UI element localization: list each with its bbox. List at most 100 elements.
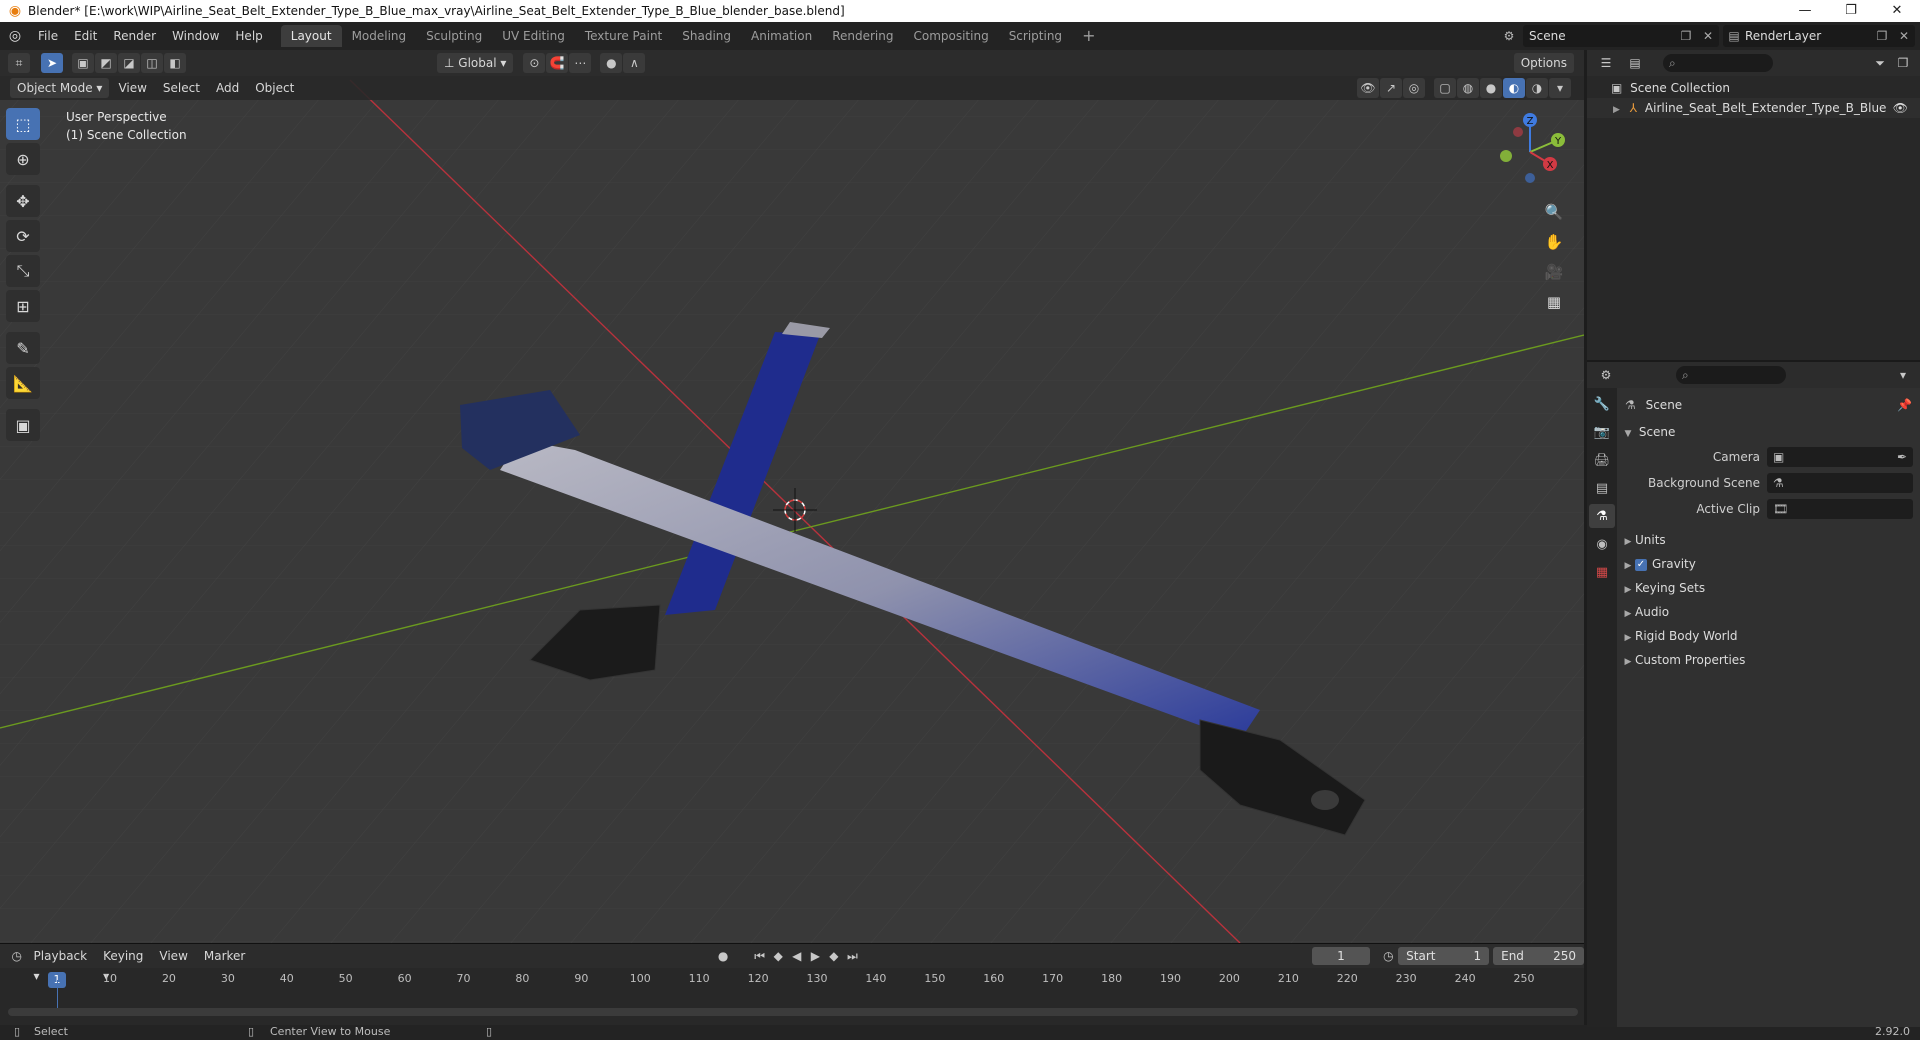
- rotate-tool-icon[interactable]: ⟳: [6, 220, 40, 252]
- gravity-panel-header[interactable]: ▶ ✓ Gravity: [1617, 552, 1920, 576]
- close-button[interactable]: ✕: [1874, 0, 1920, 22]
- rigid-body-panel-header[interactable]: ▶ Rigid Body World: [1617, 624, 1920, 648]
- view-layer-tab-icon[interactable]: ▤: [1589, 476, 1615, 500]
- keying-sets-panel-header[interactable]: ▶ Keying Sets: [1617, 576, 1920, 600]
- tool-tab-icon[interactable]: 🔧: [1589, 392, 1615, 416]
- timeline-ruler[interactable]: 1102030405060708090100110120130140150160…: [0, 970, 1584, 990]
- gizmo-toggle-icon[interactable]: ↗: [1380, 78, 1402, 98]
- object-mode-dropdown[interactable]: Object Mode ▾: [10, 78, 110, 98]
- timeline-scrollbar[interactable]: [8, 1008, 1578, 1016]
- tab-uv-editing[interactable]: UV Editing: [492, 25, 575, 47]
- scene-tab-icon[interactable]: ⚗: [1589, 504, 1615, 528]
- preview-range-icon[interactable]: ◷: [1380, 946, 1398, 966]
- outliner-row-scene-collection[interactable]: ▣ Scene Collection: [1587, 78, 1920, 98]
- camera-field[interactable]: ▣ ✒: [1767, 447, 1913, 467]
- properties-editor[interactable]: ⚙ ⌕ ▾ 🔧 📷 🖨 ▤ ⚗ ◉ ▦ ⚗ Scene 📌 ▼ Scene Ca…: [1587, 360, 1920, 1027]
- scale-tool-icon[interactable]: ⤡: [6, 255, 40, 287]
- tab-shading[interactable]: Shading: [672, 25, 741, 47]
- select-mode-new-icon[interactable]: ▣: [72, 53, 94, 73]
- jump-start-icon[interactable]: ⏮: [751, 946, 769, 966]
- render-tab-icon[interactable]: 📷: [1589, 420, 1615, 444]
- expand-triangle-icon[interactable]: ▶: [1613, 105, 1620, 115]
- tab-rendering[interactable]: Rendering: [822, 25, 903, 47]
- menu-help[interactable]: Help: [227, 22, 270, 50]
- timeline-editor[interactable]: ◷ Playback ▾ Keying ▾ View Marker ● ⏮ ◆ …: [0, 943, 1585, 1025]
- pin-icon[interactable]: 📌: [1897, 394, 1912, 416]
- display-mode-icon[interactable]: ▤: [1624, 53, 1646, 73]
- tab-texture-paint[interactable]: Texture Paint: [575, 25, 672, 47]
- render-layer-name[interactable]: RenderLayer: [1745, 29, 1871, 43]
- delete-scene-icon[interactable]: ✕: [1697, 29, 1719, 43]
- gravity-checkbox[interactable]: ✓: [1635, 558, 1647, 571]
- start-frame-field[interactable]: Start 1: [1398, 947, 1490, 965]
- navigation-gizmo[interactable]: Z Y X: [1490, 112, 1570, 192]
- add-cube-tool-icon[interactable]: ▣: [6, 409, 40, 441]
- solid-shading-icon[interactable]: ●: [1480, 78, 1502, 98]
- material-shading-icon[interactable]: ◐: [1503, 78, 1525, 98]
- delete-layer-icon[interactable]: ✕: [1893, 29, 1915, 43]
- add-workspace-button[interactable]: +: [1072, 25, 1105, 47]
- units-panel-header[interactable]: ▶ Units: [1617, 528, 1920, 552]
- menu-add[interactable]: Add: [209, 78, 246, 98]
- move-tool-icon[interactable]: ✥: [6, 185, 40, 217]
- snap-target-icon[interactable]: ⋯: [569, 53, 592, 73]
- menu-edit[interactable]: Edit: [66, 22, 105, 50]
- custom-properties-panel-header[interactable]: ▶ Custom Properties: [1617, 648, 1920, 672]
- transform-tool-icon[interactable]: ⊞: [6, 290, 40, 322]
- cursor-tool-icon[interactable]: ⊕: [6, 143, 40, 175]
- texture-tab-icon[interactable]: ▦: [1589, 560, 1615, 584]
- record-icon[interactable]: ●: [714, 946, 732, 966]
- scene-type-icon[interactable]: ⚙: [1498, 25, 1520, 47]
- select-mode-invert-icon[interactable]: ◫: [141, 53, 163, 73]
- blender-menu-icon[interactable]: ◎: [0, 22, 30, 50]
- measure-tool-icon[interactable]: 📐: [6, 367, 40, 399]
- camera-view-icon[interactable]: 🎥: [1540, 258, 1568, 286]
- next-keyframe-icon[interactable]: ◆: [825, 946, 843, 966]
- filter-icon[interactable]: ⏷: [1869, 53, 1891, 73]
- copy-layer-icon[interactable]: ❐: [1871, 29, 1893, 43]
- play-reverse-icon[interactable]: ◀: [788, 946, 806, 966]
- pan-hand-icon[interactable]: ✋: [1540, 228, 1568, 256]
- jump-end-icon[interactable]: ⏭: [844, 946, 862, 966]
- ortho-grid-icon[interactable]: ▦: [1540, 288, 1568, 316]
- properties-options-icon[interactable]: ▾: [1892, 365, 1914, 385]
- new-collection-icon[interactable]: ❐: [1892, 53, 1914, 73]
- menu-window[interactable]: Window: [164, 22, 227, 50]
- shading-options-icon[interactable]: ▾: [1549, 78, 1571, 98]
- current-frame-field[interactable]: 1: [1312, 947, 1370, 965]
- end-frame-field[interactable]: End 250: [1493, 947, 1585, 965]
- zoom-icon[interactable]: 🔍: [1540, 198, 1568, 226]
- visibility-icon[interactable]: 👁: [1357, 78, 1379, 98]
- rendered-shading-icon[interactable]: ◑: [1526, 78, 1548, 98]
- menu-playback[interactable]: Playback ▾: [27, 946, 95, 983]
- menu-object[interactable]: Object: [248, 78, 301, 98]
- menu-timeline-view[interactable]: View: [152, 946, 194, 966]
- falloff-icon[interactable]: ∧: [623, 53, 646, 73]
- select-mode-extend-icon[interactable]: ◩: [95, 53, 117, 73]
- select-mode-intersect-icon[interactable]: ◧: [164, 53, 186, 73]
- tab-animation[interactable]: Animation: [741, 25, 822, 47]
- visibility-eye-icon[interactable]: 👁: [1893, 98, 1908, 118]
- output-tab-icon[interactable]: 🖨: [1589, 448, 1615, 472]
- editor-type-icon[interactable]: ⌗: [8, 53, 30, 73]
- scene-selector[interactable]: Scene ❐ ✕: [1523, 25, 1719, 47]
- outliner-row-object[interactable]: ▶ ⅄ Airline_Seat_Belt_Extender_Type_B_Bl…: [1587, 98, 1920, 118]
- menu-select[interactable]: Select: [156, 78, 207, 98]
- properties-editor-icon[interactable]: ⚙: [1595, 365, 1617, 385]
- 3d-viewport[interactable]: ⌗ ➤ ▣ ◩ ◪ ◫ ◧ ⊥ Global ▾ ⊙ 🧲 ⋯ ● ∧ Optio…: [0, 50, 1584, 943]
- menu-marker[interactable]: Marker: [197, 946, 252, 966]
- menu-keying[interactable]: Keying ▾: [96, 946, 150, 983]
- copy-scene-icon[interactable]: ❐: [1675, 29, 1697, 43]
- timeline-editor-icon[interactable]: ◷: [8, 946, 26, 966]
- tab-compositing[interactable]: Compositing: [903, 25, 998, 47]
- prev-keyframe-icon[interactable]: ◆: [769, 946, 787, 966]
- select-box-tool-icon[interactable]: ⬚: [6, 108, 40, 140]
- eyedropper-icon[interactable]: ✒: [1897, 446, 1907, 468]
- snap-icon[interactable]: 🧲: [546, 53, 569, 73]
- world-tab-icon[interactable]: ◉: [1589, 532, 1615, 556]
- scene-panel-header[interactable]: ▼ Scene: [1617, 420, 1920, 444]
- menu-render[interactable]: Render: [105, 22, 164, 50]
- select-tool-icon[interactable]: ➤: [41, 53, 63, 73]
- select-mode-subtract-icon[interactable]: ◪: [118, 53, 140, 73]
- wireframe-shading-icon[interactable]: ◍: [1457, 78, 1479, 98]
